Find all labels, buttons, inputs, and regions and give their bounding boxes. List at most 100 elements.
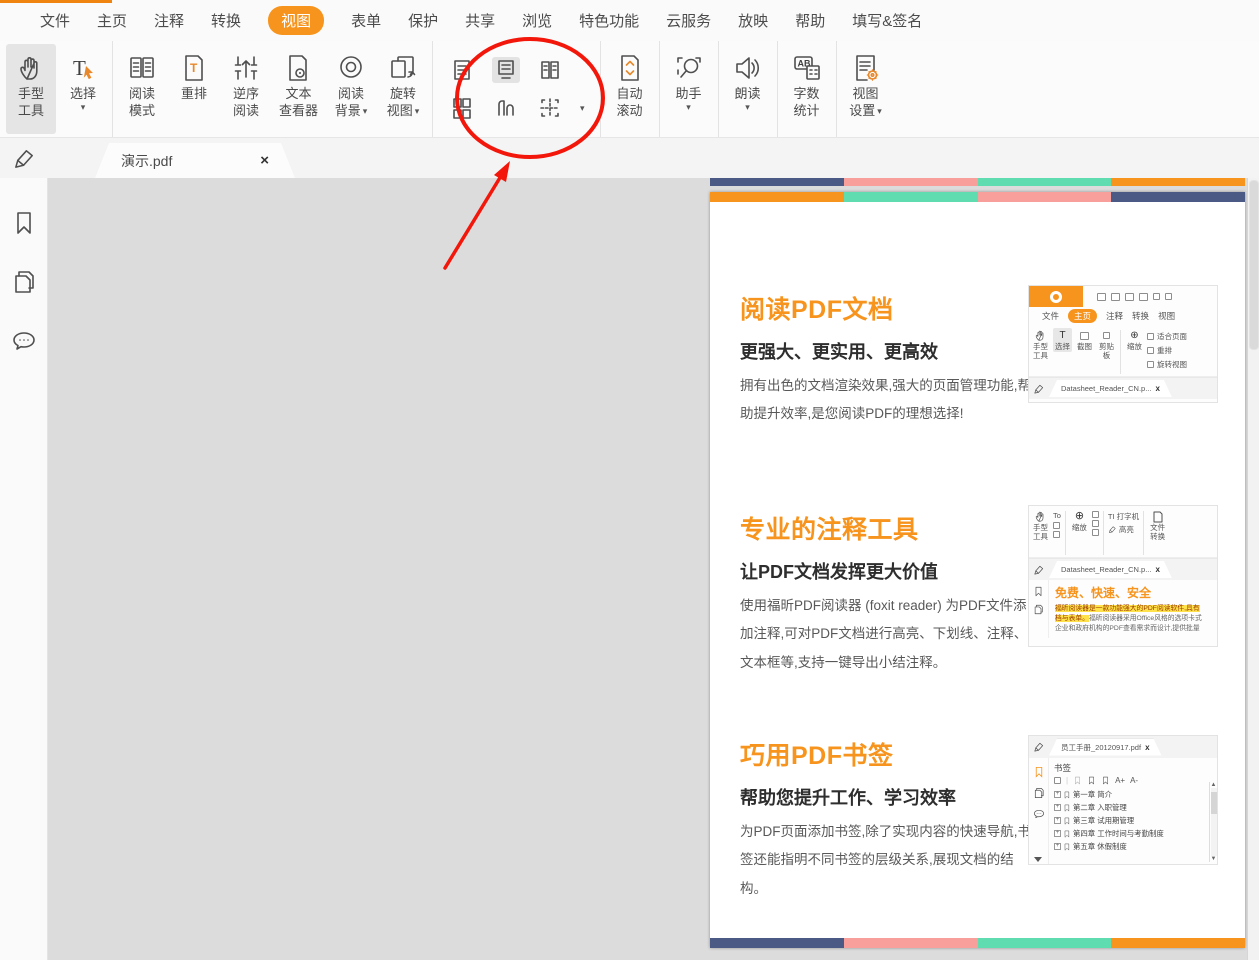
add-child-bookmark-icon[interactable] <box>1087 776 1096 785</box>
bookmark-tree-item[interactable]: + 第五章 休假制度 <box>1054 841 1215 852</box>
rotate-view-button[interactable]: 旋转 视图▾ <box>378 44 428 134</box>
bookmark-tree-item[interactable]: + 第三章 试用期管理 <box>1054 815 1215 826</box>
mini-tab-close-icon[interactable]: x <box>1155 565 1159 574</box>
mini-pages-icon[interactable] <box>1033 604 1044 615</box>
mini-rotate-icon[interactable] <box>1092 529 1099 536</box>
open-file-icon[interactable] <box>1097 293 1106 301</box>
mini-menu-view[interactable]: 视图 <box>1158 310 1175 322</box>
bookmark-tree-item[interactable]: + 第四章 工作时间与考勤制度 <box>1054 828 1215 839</box>
mini-clipboard-tool[interactable]: 剪贴板 <box>1097 328 1116 361</box>
menu-home[interactable]: 主页 <box>97 10 127 31</box>
menu-convert[interactable]: 转换 <box>211 10 241 31</box>
text-viewer-button[interactable]: 文本查看器 <box>273 44 324 134</box>
expand-node-icon[interactable]: + <box>1054 804 1061 811</box>
mini-bookmark-icon-active[interactable] <box>1033 766 1045 778</box>
bookmark-menu-icon[interactable] <box>1054 777 1061 784</box>
mini-select-tool[interactable]: To <box>1053 511 1061 520</box>
mini-rotate-view[interactable]: 旋转视图 <box>1147 359 1187 370</box>
separate-cover-page-button[interactable] <box>492 95 520 121</box>
expand-text-icon[interactable]: A+ <box>1115 776 1125 785</box>
reading-background-button[interactable]: 阅读 背景▾ <box>326 44 376 134</box>
split-view-button[interactable] <box>536 95 564 121</box>
mini-bookmark-icon[interactable] <box>1033 586 1044 597</box>
menu-slideshow[interactable]: 放映 <box>738 10 768 31</box>
hand-tool-button[interactable]: 手型工具 <box>6 44 56 134</box>
tab-close-icon[interactable]: × <box>260 152 269 169</box>
mini-convert-tool[interactable]: 文件转换 <box>1148 509 1167 542</box>
menu-browse[interactable]: 浏览 <box>522 10 552 31</box>
document-view[interactable]: 阅读PDF文档 更强大、更实用、更高效 拥有出色的文档渲染效果,强大的页面管理功… <box>48 178 1247 960</box>
save-icon[interactable] <box>1111 293 1120 301</box>
mini-zoom-tool[interactable]: ⊕ 缩放 <box>1070 509 1089 533</box>
expand-node-icon[interactable]: + <box>1054 843 1061 850</box>
mini-snapshot-icon[interactable] <box>1053 522 1060 529</box>
bookmark-tree-item[interactable]: + 第一章 简介 <box>1054 789 1215 800</box>
menu-help[interactable]: 帮助 <box>795 10 825 31</box>
collapse-text-icon[interactable]: A- <box>1130 776 1138 785</box>
mini-hand-tool[interactable]: 手型工具 <box>1031 509 1050 542</box>
expand-node-icon[interactable]: + <box>1054 817 1061 824</box>
read-aloud-button[interactable]: 朗读 ▾ <box>723 44 773 134</box>
pages-panel-icon[interactable] <box>11 269 37 300</box>
undo-icon[interactable] <box>1165 293 1172 300</box>
view-settings-button[interactable]: 视图 设置▾ <box>841 44 891 134</box>
menu-comment[interactable]: 注释 <box>154 10 184 31</box>
comments-panel-icon[interactable] <box>11 328 37 359</box>
bookmarks-panel-icon[interactable] <box>11 210 37 241</box>
mini-fit-page[interactable]: 适合页面 <box>1147 331 1187 342</box>
select-tool-button[interactable]: T 选择 ▾ <box>58 44 108 134</box>
mini-menu-convert[interactable]: 转换 <box>1132 310 1149 322</box>
mini-scrollbar[interactable]: ▲ ▼ <box>1209 782 1217 862</box>
delete-bookmark-icon[interactable] <box>1101 776 1110 785</box>
document-tab[interactable]: 演示.pdf × <box>95 143 295 178</box>
menu-file[interactable]: 文件 <box>40 10 70 31</box>
scrollbar-thumb[interactable] <box>1249 180 1259 350</box>
menu-protect[interactable]: 保护 <box>408 10 438 31</box>
reverse-reading-button[interactable]: 逆序阅读 <box>221 44 271 134</box>
email-icon[interactable] <box>1139 293 1148 301</box>
add-bookmark-icon[interactable] <box>1073 776 1082 785</box>
mini-menu-home[interactable]: 主页 <box>1068 309 1097 323</box>
mini-document-tab[interactable]: Datasheet_Reader_CN.p... x <box>1049 380 1172 397</box>
menu-view[interactable]: 视图 <box>268 6 324 35</box>
mini-collapse-icon[interactable] <box>1034 857 1042 862</box>
mini-pages-icon[interactable] <box>1033 787 1045 799</box>
word-count-button[interactable]: AB 字数统计 <box>782 44 832 134</box>
mini-tab-close-icon[interactable]: x <box>1145 743 1149 752</box>
reflow-button[interactable]: T 重排 <box>169 44 219 134</box>
assistant-button[interactable]: 助手 ▾ <box>664 44 714 134</box>
mini-reflow-icon[interactable] <box>1092 520 1099 527</box>
mini-document-tab[interactable]: Datasheet_Reader_CN.p... x <box>1049 561 1172 578</box>
expand-node-icon[interactable]: + <box>1054 830 1061 837</box>
continuous-view-button[interactable] <box>492 57 520 83</box>
expand-node-icon[interactable]: + <box>1054 791 1061 798</box>
mini-clipboard-icon[interactable] <box>1053 531 1060 538</box>
mini-comments-icon[interactable] <box>1033 808 1045 820</box>
menu-special-features[interactable]: 特色功能 <box>579 10 639 31</box>
mini-menu-comment[interactable]: 注释 <box>1106 310 1123 322</box>
annotate-pencil-icon[interactable] <box>12 146 37 176</box>
vertical-scrollbar[interactable] <box>1247 178 1259 960</box>
mini-document-tab[interactable]: 员工手册_20120917.pdf x <box>1049 739 1162 756</box>
mini-reflow[interactable]: 重排 <box>1147 345 1187 356</box>
scroll-down-icon[interactable]: ▼ <box>1211 856 1217 862</box>
mini-tab-close-icon[interactable]: x <box>1155 384 1159 393</box>
continuous-facing-view-button[interactable] <box>448 95 476 121</box>
mini-highlight-tool[interactable]: 高亮 <box>1108 525 1134 534</box>
mini-snapshot-tool[interactable]: 截图 <box>1075 328 1094 352</box>
mini-hand-tool[interactable]: 手型工具 <box>1031 328 1050 361</box>
mini-menu-file[interactable]: 文件 <box>1042 310 1059 322</box>
menu-fill-sign[interactable]: 填写&签名 <box>852 10 922 31</box>
mini-typewriter-tool[interactable]: TI 打字机 <box>1108 512 1139 521</box>
auto-scroll-button[interactable]: 自动滚动 <box>605 44 655 134</box>
mini-fit-page-icon[interactable] <box>1092 511 1099 518</box>
split-view-caret[interactable]: ▾ <box>580 103 585 113</box>
menu-form[interactable]: 表单 <box>351 10 381 31</box>
single-page-view-button[interactable] <box>448 57 476 83</box>
facing-view-button[interactable] <box>536 57 564 83</box>
reading-mode-button[interactable]: 阅读模式 <box>117 44 167 134</box>
page-icon[interactable] <box>1153 293 1160 300</box>
print-icon[interactable] <box>1125 293 1134 301</box>
menu-share[interactable]: 共享 <box>465 10 495 31</box>
bookmark-tree-item[interactable]: + 第二章 入职管理 <box>1054 802 1215 813</box>
